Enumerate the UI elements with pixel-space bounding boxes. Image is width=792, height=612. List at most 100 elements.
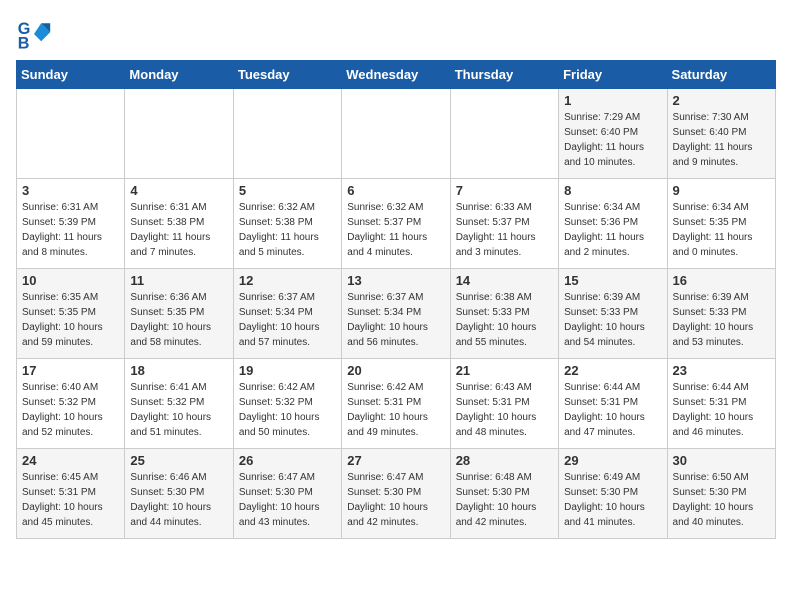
calendar-cell: 17 Sunrise: 6:40 AM Sunset: 5:32 PM Dayli… [17, 359, 125, 449]
day-info: Sunrise: 6:34 AM Sunset: 5:35 PM Dayligh… [673, 200, 770, 260]
day-info: Sunrise: 6:42 AM Sunset: 5:31 PM Dayligh… [347, 380, 444, 440]
weekday-header: Friday [559, 61, 667, 89]
day-info: Sunrise: 7:29 AM Sunset: 6:40 PM Dayligh… [564, 110, 661, 170]
day-number: 14 [456, 273, 553, 288]
calendar-week: 3 Sunrise: 6:31 AM Sunset: 5:39 PM Daylig… [17, 179, 776, 269]
day-info: Sunrise: 6:42 AM Sunset: 5:32 PM Dayligh… [239, 380, 336, 440]
day-info: Sunrise: 6:44 AM Sunset: 5:31 PM Dayligh… [564, 380, 661, 440]
weekday-header: Tuesday [233, 61, 341, 89]
day-number: 19 [239, 363, 336, 378]
day-number: 7 [456, 183, 553, 198]
calendar-cell: 4 Sunrise: 6:31 AM Sunset: 5:38 PM Daylig… [125, 179, 233, 269]
weekday-header: Wednesday [342, 61, 450, 89]
day-number: 15 [564, 273, 661, 288]
calendar-cell: 21 Sunrise: 6:43 AM Sunset: 5:31 PM Dayli… [450, 359, 558, 449]
day-info: Sunrise: 6:43 AM Sunset: 5:31 PM Dayligh… [456, 380, 553, 440]
day-number: 3 [22, 183, 119, 198]
calendar-table: SundayMondayTuesdayWednesdayThursdayFrid… [16, 60, 776, 539]
day-info: Sunrise: 6:47 AM Sunset: 5:30 PM Dayligh… [239, 470, 336, 530]
day-info: Sunrise: 6:38 AM Sunset: 5:33 PM Dayligh… [456, 290, 553, 350]
calendar-cell: 10 Sunrise: 6:35 AM Sunset: 5:35 PM Dayli… [17, 269, 125, 359]
calendar-cell: 12 Sunrise: 6:37 AM Sunset: 5:34 PM Dayli… [233, 269, 341, 359]
weekday-header: Thursday [450, 61, 558, 89]
svg-text:B: B [18, 34, 30, 52]
calendar-cell [450, 89, 558, 179]
day-number: 9 [673, 183, 770, 198]
day-info: Sunrise: 6:33 AM Sunset: 5:37 PM Dayligh… [456, 200, 553, 260]
day-number: 30 [673, 453, 770, 468]
calendar-cell: 8 Sunrise: 6:34 AM Sunset: 5:36 PM Daylig… [559, 179, 667, 269]
day-number: 28 [456, 453, 553, 468]
calendar-cell [233, 89, 341, 179]
calendar-cell: 29Sunrise: 6:49 AM Sunset: 5:30 PM Dayli… [559, 449, 667, 539]
day-number: 18 [130, 363, 227, 378]
calendar-cell: 14 Sunrise: 6:38 AM Sunset: 5:33 PM Dayli… [450, 269, 558, 359]
day-number: 1 [564, 93, 661, 108]
calendar-cell: 27 Sunrise: 6:47 AM Sunset: 5:30 PM Dayli… [342, 449, 450, 539]
calendar-cell: 25Sunrise: 6:46 AM Sunset: 5:30 PM Dayli… [125, 449, 233, 539]
calendar-cell: 24Sunrise: 6:45 AM Sunset: 5:31 PM Dayli… [17, 449, 125, 539]
day-info: Sunrise: 6:37 AM Sunset: 5:34 PM Dayligh… [239, 290, 336, 350]
day-info: Sunrise: 6:49 AM Sunset: 5:30 PM Dayligh… [564, 470, 661, 530]
day-info: Sunrise: 6:41 AM Sunset: 5:32 PM Dayligh… [130, 380, 227, 440]
calendar-cell: 23 Sunrise: 6:44 AM Sunset: 5:31 PM Dayli… [667, 359, 775, 449]
day-info: Sunrise: 6:31 AM Sunset: 5:38 PM Dayligh… [130, 200, 227, 260]
weekday-header: Sunday [17, 61, 125, 89]
calendar-cell: 3 Sunrise: 6:31 AM Sunset: 5:39 PM Daylig… [17, 179, 125, 269]
day-info: Sunrise: 6:35 AM Sunset: 5:35 PM Dayligh… [22, 290, 119, 350]
logo-icon: G B [16, 16, 52, 52]
calendar-cell: 16 Sunrise: 6:39 AM Sunset: 5:33 PM Dayli… [667, 269, 775, 359]
calendar-cell [342, 89, 450, 179]
day-info: Sunrise: 6:40 AM Sunset: 5:32 PM Dayligh… [22, 380, 119, 440]
calendar-cell [17, 89, 125, 179]
calendar-cell: 26 Sunrise: 6:47 AM Sunset: 5:30 PM Dayli… [233, 449, 341, 539]
day-number: 12 [239, 273, 336, 288]
calendar-cell: 2Sunrise: 7:30 AM Sunset: 6:40 PM Daylig… [667, 89, 775, 179]
day-number: 26 [239, 453, 336, 468]
calendar-cell: 18 Sunrise: 6:41 AM Sunset: 5:32 PM Dayli… [125, 359, 233, 449]
day-info: Sunrise: 6:47 AM Sunset: 5:30 PM Dayligh… [347, 470, 444, 530]
calendar-cell: 9 Sunrise: 6:34 AM Sunset: 5:35 PM Daylig… [667, 179, 775, 269]
weekday-header: Saturday [667, 61, 775, 89]
day-number: 27 [347, 453, 444, 468]
calendar-cell: 20Sunrise: 6:42 AM Sunset: 5:31 PM Dayli… [342, 359, 450, 449]
day-number: 16 [673, 273, 770, 288]
day-number: 10 [22, 273, 119, 288]
day-number: 6 [347, 183, 444, 198]
day-number: 17 [22, 363, 119, 378]
calendar-cell [125, 89, 233, 179]
calendar-cell: 6 Sunrise: 6:32 AM Sunset: 5:37 PM Daylig… [342, 179, 450, 269]
day-number: 23 [673, 363, 770, 378]
calendar-cell: 1 Sunrise: 7:29 AM Sunset: 6:40 PM Daylig… [559, 89, 667, 179]
day-info: Sunrise: 6:50 AM Sunset: 5:30 PM Dayligh… [673, 470, 770, 530]
calendar-cell: 28 Sunrise: 6:48 AM Sunset: 5:30 PM Dayli… [450, 449, 558, 539]
day-info: Sunrise: 6:39 AM Sunset: 5:33 PM Dayligh… [564, 290, 661, 350]
day-info: Sunrise: 6:39 AM Sunset: 5:33 PM Dayligh… [673, 290, 770, 350]
day-info: Sunrise: 6:46 AM Sunset: 5:30 PM Dayligh… [130, 470, 227, 530]
day-info: Sunrise: 6:44 AM Sunset: 5:31 PM Dayligh… [673, 380, 770, 440]
calendar-week: 1 Sunrise: 7:29 AM Sunset: 6:40 PM Daylig… [17, 89, 776, 179]
day-number: 8 [564, 183, 661, 198]
calendar-cell: 15 Sunrise: 6:39 AM Sunset: 5:33 PM Dayli… [559, 269, 667, 359]
calendar-cell: 22 Sunrise: 6:44 AM Sunset: 5:31 PM Dayli… [559, 359, 667, 449]
calendar-week: 10 Sunrise: 6:35 AM Sunset: 5:35 PM Dayli… [17, 269, 776, 359]
calendar-week: 24Sunrise: 6:45 AM Sunset: 5:31 PM Dayli… [17, 449, 776, 539]
day-number: 22 [564, 363, 661, 378]
day-number: 4 [130, 183, 227, 198]
day-number: 21 [456, 363, 553, 378]
day-number: 11 [130, 273, 227, 288]
day-info: Sunrise: 6:48 AM Sunset: 5:30 PM Dayligh… [456, 470, 553, 530]
calendar-cell: 30 Sunrise: 6:50 AM Sunset: 5:30 PM Dayli… [667, 449, 775, 539]
day-info: Sunrise: 6:34 AM Sunset: 5:36 PM Dayligh… [564, 200, 661, 260]
day-number: 5 [239, 183, 336, 198]
day-info: Sunrise: 6:32 AM Sunset: 5:37 PM Dayligh… [347, 200, 444, 260]
day-info: Sunrise: 6:37 AM Sunset: 5:34 PM Dayligh… [347, 290, 444, 350]
day-info: Sunrise: 6:31 AM Sunset: 5:39 PM Dayligh… [22, 200, 119, 260]
day-info: Sunrise: 6:32 AM Sunset: 5:38 PM Dayligh… [239, 200, 336, 260]
calendar-week: 17 Sunrise: 6:40 AM Sunset: 5:32 PM Dayli… [17, 359, 776, 449]
calendar-cell: 5 Sunrise: 6:32 AM Sunset: 5:38 PM Daylig… [233, 179, 341, 269]
day-number: 13 [347, 273, 444, 288]
logo: G B [16, 16, 56, 52]
day-info: Sunrise: 7:30 AM Sunset: 6:40 PM Dayligh… [673, 110, 770, 170]
calendar-cell: 13 Sunrise: 6:37 AM Sunset: 5:34 PM Dayli… [342, 269, 450, 359]
